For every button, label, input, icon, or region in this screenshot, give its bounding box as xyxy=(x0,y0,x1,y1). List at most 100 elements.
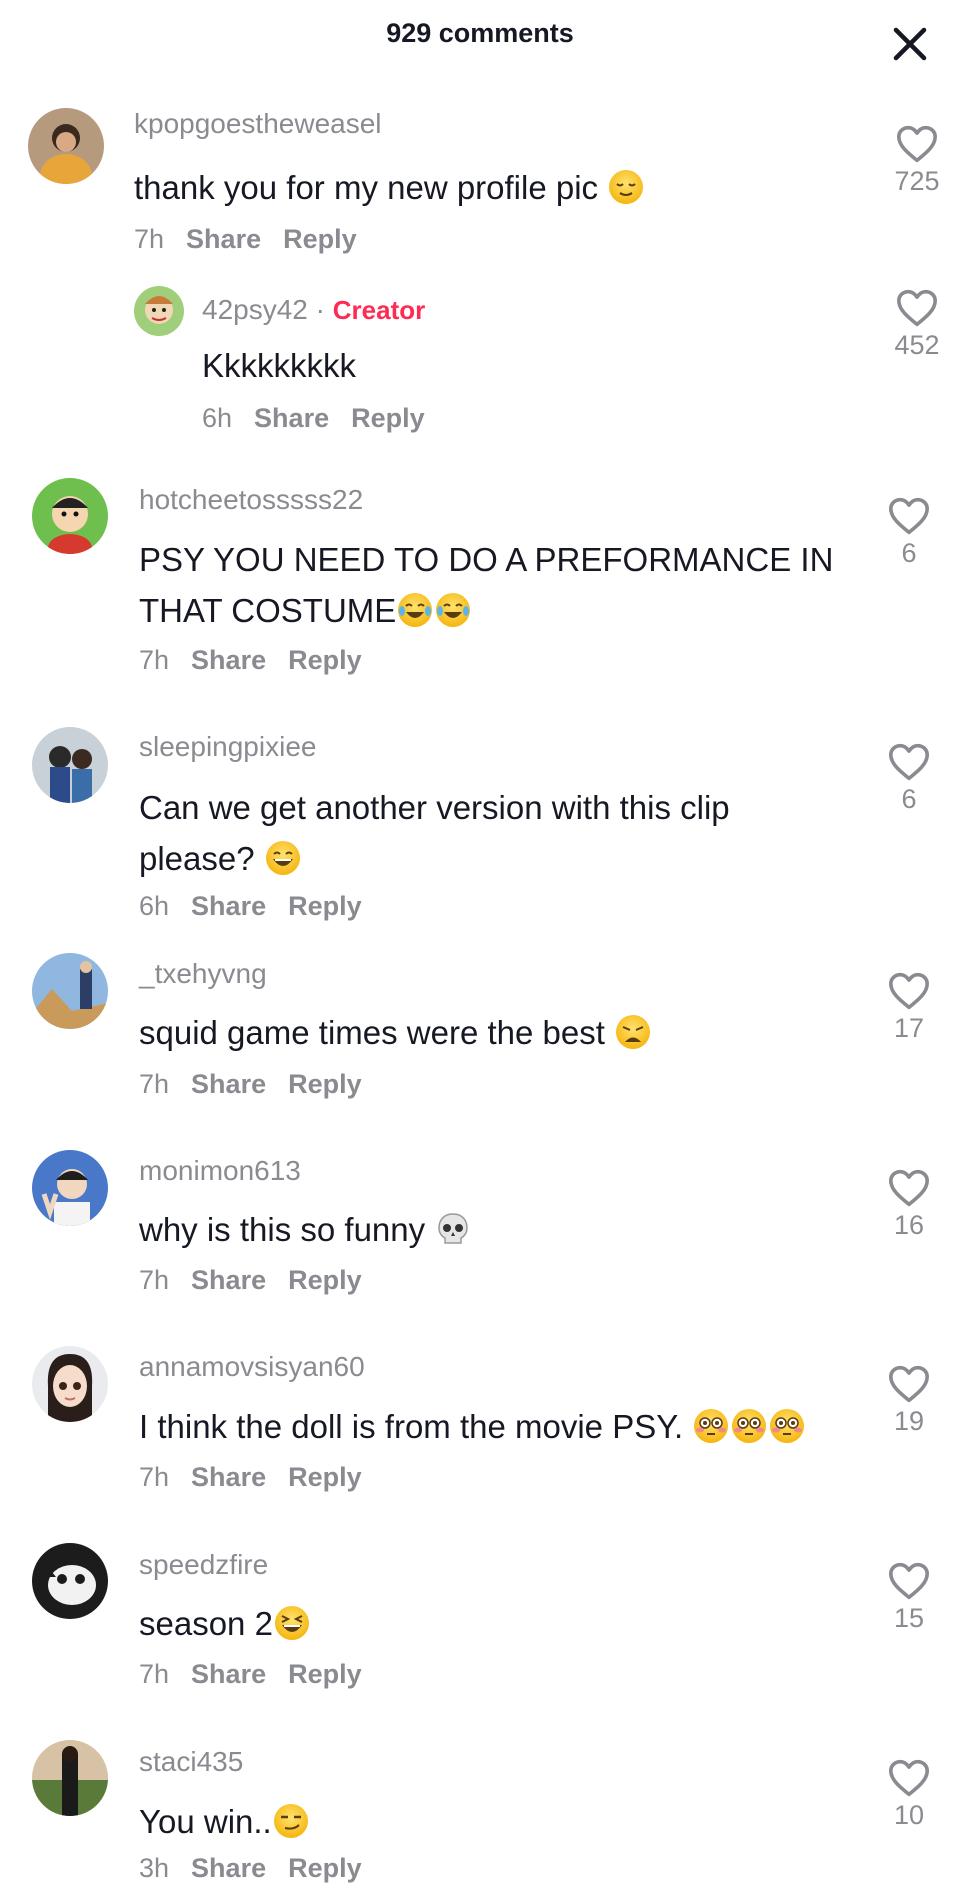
reply-button[interactable]: Reply xyxy=(283,224,357,254)
comment-text: why is this so funny xyxy=(139,1204,472,1255)
like-button[interactable]: 19 xyxy=(876,1364,942,1437)
comment-time: 7h xyxy=(139,1462,170,1492)
comment-time: 7h xyxy=(139,1069,170,1099)
relieved-face-emoji xyxy=(607,168,645,206)
comment-username[interactable]: monimon613 xyxy=(139,1155,301,1187)
comment-username[interactable]: kpopgoestheweasel xyxy=(134,108,382,140)
avatar[interactable] xyxy=(32,1740,108,1816)
heart-icon xyxy=(887,971,931,1011)
comment-time: 7h xyxy=(139,1659,170,1689)
comment-meta: 7h Share Reply xyxy=(139,645,384,676)
avatar[interactable] xyxy=(134,286,184,336)
comment-text: PSY YOU NEED TO DO A PREFORMANCE IN THAT… xyxy=(139,541,834,629)
reply-button[interactable]: Reply xyxy=(288,1659,362,1689)
comment-username[interactable]: 42psy42 xyxy=(202,294,308,325)
creator-separator: · xyxy=(307,294,333,325)
comment-time: 7h xyxy=(134,224,165,254)
like-button[interactable]: 6 xyxy=(876,496,942,569)
creator-badge: Creator xyxy=(332,295,426,325)
like-count: 452 xyxy=(894,330,940,360)
flushed-face-emoji xyxy=(692,1407,730,1445)
reply-button[interactable]: Reply xyxy=(351,403,425,433)
heart-icon xyxy=(887,1168,931,1208)
comment-meta: 3h Share Reply xyxy=(139,1853,384,1884)
share-button[interactable]: Share xyxy=(191,1462,266,1492)
weary-face-emoji xyxy=(614,1013,652,1051)
laughing-face-emoji xyxy=(264,839,302,877)
flushed-face-emoji xyxy=(768,1407,806,1445)
avatar[interactable] xyxy=(32,727,108,803)
reply-button[interactable]: Reply xyxy=(288,1265,362,1295)
like-count: 10 xyxy=(893,1800,925,1830)
share-button[interactable]: Share xyxy=(191,1659,266,1689)
like-count: 17 xyxy=(893,1013,925,1043)
comment-time: 6h xyxy=(202,403,233,433)
comment-time: 7h xyxy=(139,1265,170,1295)
like-button[interactable]: 17 xyxy=(876,971,942,1044)
comment-text: I think the doll is from the movie PSY. xyxy=(139,1401,806,1452)
comment-meta: 7h Share Reply xyxy=(139,1462,384,1493)
flushed-face-emoji xyxy=(730,1407,768,1445)
comment-text: You win.. xyxy=(139,1796,310,1847)
share-button[interactable]: Share xyxy=(186,224,261,254)
tears-of-joy-emoji xyxy=(396,591,434,629)
comment-meta: 6h Share Reply xyxy=(202,403,447,434)
comment-text: Kkkkkkkkk xyxy=(202,347,357,384)
comment-username[interactable]: speedzfire xyxy=(139,1549,268,1581)
heart-icon xyxy=(895,124,939,164)
like-count: 6 xyxy=(901,538,917,568)
comment-text: squid game times were the best xyxy=(139,1007,652,1058)
heart-icon xyxy=(895,288,939,328)
comment-username[interactable]: _txehyvng xyxy=(139,958,267,990)
comment-username[interactable]: staci435 xyxy=(139,1746,243,1778)
comment-meta: 7h Share Reply xyxy=(139,1069,384,1100)
share-button[interactable]: Share xyxy=(191,1265,266,1295)
heart-icon xyxy=(887,496,931,536)
avatar[interactable] xyxy=(32,953,108,1029)
avatar[interactable] xyxy=(32,1543,108,1619)
comment-meta: 6h Share Reply xyxy=(139,891,384,922)
heart-icon xyxy=(887,742,931,782)
comment-text: Can we get another version with this cli… xyxy=(139,789,730,877)
like-count: 725 xyxy=(894,166,940,196)
comment-list: kpopgoestheweasel thank you for my new p… xyxy=(0,0,960,1899)
like-button[interactable]: 10 xyxy=(876,1758,942,1831)
share-button[interactable]: Share xyxy=(191,645,266,675)
comment-username[interactable]: sleepingpixiee xyxy=(139,731,316,763)
avatar[interactable] xyxy=(32,478,108,554)
like-button[interactable]: 15 xyxy=(876,1561,942,1634)
share-button[interactable]: Share xyxy=(191,891,266,921)
like-count: 16 xyxy=(893,1210,925,1240)
comment-text: thank you for my new profile pic xyxy=(134,162,645,213)
reply-button[interactable]: Reply xyxy=(288,1462,362,1492)
comment-time: 3h xyxy=(139,1853,170,1883)
like-button[interactable]: 452 xyxy=(884,288,950,361)
avatar[interactable] xyxy=(28,108,104,184)
like-count: 15 xyxy=(893,1603,925,1633)
reply-button[interactable]: Reply xyxy=(288,645,362,675)
tears-of-joy-emoji xyxy=(434,591,472,629)
reply-button[interactable]: Reply xyxy=(288,1853,362,1883)
like-count: 6 xyxy=(901,784,917,814)
comment-time: 7h xyxy=(139,645,170,675)
grinning-squinting-face-emoji xyxy=(273,1604,311,1642)
avatar[interactable] xyxy=(32,1150,108,1226)
reply-button[interactable]: Reply xyxy=(288,891,362,921)
share-button[interactable]: Share xyxy=(191,1069,266,1099)
like-count: 19 xyxy=(893,1406,925,1436)
share-button[interactable]: Share xyxy=(254,403,329,433)
share-button[interactable]: Share xyxy=(191,1853,266,1883)
comment-time: 6h xyxy=(139,891,170,921)
like-button[interactable]: 16 xyxy=(876,1168,942,1241)
comment-meta: 7h Share Reply xyxy=(139,1659,384,1690)
like-button[interactable]: 6 xyxy=(876,742,942,815)
heart-icon xyxy=(887,1364,931,1404)
comment-text: season 2 xyxy=(139,1598,311,1649)
like-button[interactable]: 725 xyxy=(884,124,950,197)
heart-icon xyxy=(887,1561,931,1601)
reply-button[interactable]: Reply xyxy=(288,1069,362,1099)
avatar[interactable] xyxy=(32,1346,108,1422)
comment-meta: 7h Share Reply xyxy=(139,1265,384,1296)
comment-username[interactable]: annamovsisyan60 xyxy=(139,1351,365,1383)
comment-username[interactable]: hotcheetosssss22 xyxy=(139,484,363,516)
